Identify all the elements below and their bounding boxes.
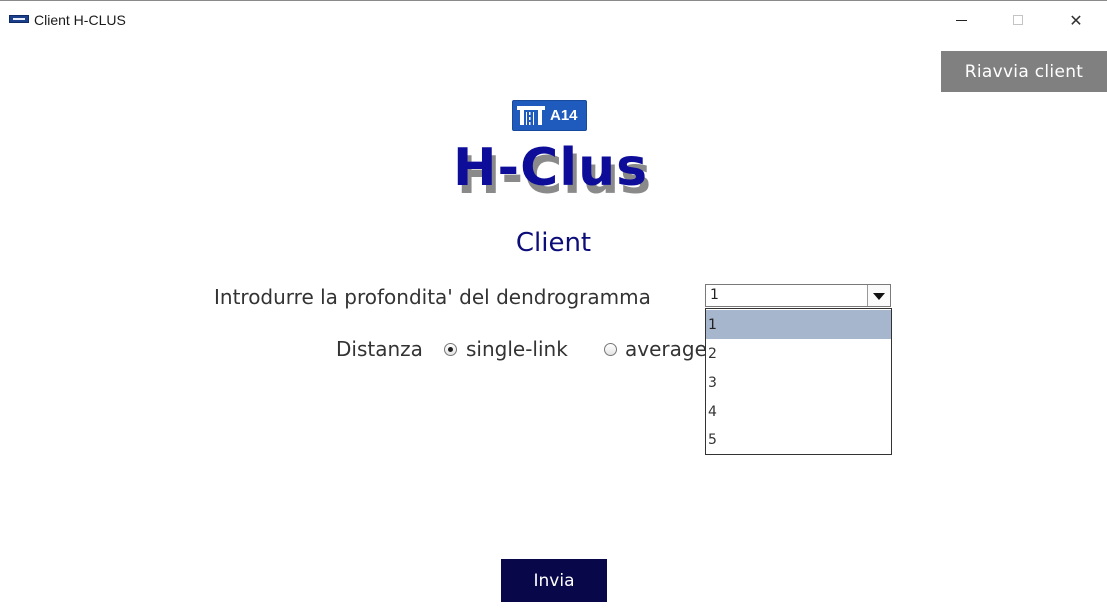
app-flag-icon — [9, 15, 29, 23]
logo-text: A14 — [550, 107, 578, 124]
depth-select-field[interactable]: 1 — [706, 285, 868, 306]
restart-client-button[interactable]: Riavvia client — [941, 51, 1107, 92]
distance-label: Distanza — [336, 337, 423, 361]
brand-title: H-Clus H-Clus — [453, 138, 653, 208]
radio-average-label[interactable]: average — [625, 337, 707, 361]
submit-button[interactable]: Invia — [501, 559, 607, 602]
brand-title-text: H-Clus — [453, 138, 649, 198]
motorway-logo: A14 — [512, 100, 587, 131]
page-subtitle: Client — [515, 228, 592, 258]
triangle-down-icon[interactable] — [867, 285, 890, 306]
depth-option[interactable]: 5 — [706, 425, 891, 454]
close-icon: ✕ — [1069, 10, 1083, 30]
depth-select-value: 1 — [710, 287, 719, 303]
radio-average[interactable] — [604, 343, 617, 356]
minimize-icon — [955, 19, 967, 21]
radio-single-link[interactable] — [444, 343, 457, 356]
minimize-button[interactable] — [938, 1, 984, 39]
window-titlebar: Client H-CLUS ✕ — [0, 0, 1107, 38]
maximize-icon — [1013, 15, 1023, 25]
depth-option[interactable]: 3 — [706, 368, 891, 397]
depth-select[interactable]: 1 — [705, 284, 891, 307]
depth-option[interactable]: 2 — [706, 339, 891, 368]
radio-single-link-label[interactable]: single-link — [466, 337, 568, 361]
close-button[interactable]: ✕ — [1053, 1, 1099, 39]
maximize-button[interactable] — [995, 1, 1041, 39]
depth-option[interactable]: 4 — [706, 397, 891, 426]
depth-dropdown-list: 1 2 3 4 5 — [705, 308, 892, 455]
depth-label: Introdurre la profondita' del dendrogram… — [214, 285, 651, 309]
window-title: Client H-CLUS — [34, 12, 126, 28]
motorway-icon — [517, 106, 545, 125]
depth-option[interactable]: 1 — [706, 310, 891, 339]
